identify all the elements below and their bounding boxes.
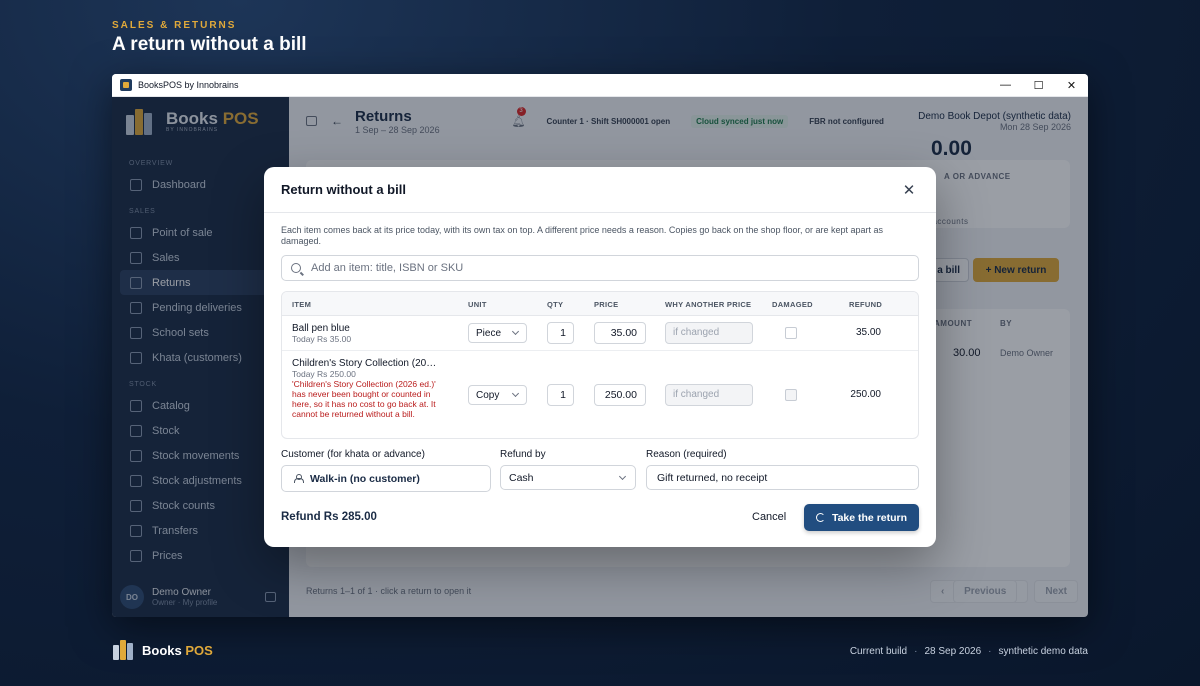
why-price-input[interactable]: if changed: [665, 322, 753, 344]
person-icon: [294, 474, 304, 483]
window-titlebar: BooksPOS by Innobrains — ☐ ✕: [112, 74, 1088, 97]
return-without-bill-dialog: Return without a bill ✕ Each item comes …: [264, 167, 936, 547]
minimize-button[interactable]: —: [989, 79, 1022, 92]
table-header: ITEM UNIT QTY PRICE WHY ANOTHER PRICE DA…: [282, 292, 918, 316]
col-price: PRICE: [594, 300, 619, 309]
damaged-checkbox[interactable]: [785, 327, 797, 339]
return-items-table: ITEM UNIT QTY PRICE WHY ANOTHER PRICE DA…: [281, 291, 919, 439]
unit-select[interactable]: Piece: [468, 323, 527, 343]
build-label: Current build: [849, 646, 908, 657]
customer-picker[interactable]: Walk-in (no customer): [281, 465, 491, 492]
refund-amount: 35.00: [855, 327, 881, 338]
window-title: BooksPOS by Innobrains: [138, 80, 239, 90]
col-qty: QTY: [547, 300, 564, 309]
window-close-button[interactable]: ✕: [1055, 79, 1088, 92]
dialog-title: Return without a bill: [281, 182, 406, 197]
customer-value: Walk-in (no customer): [310, 472, 420, 485]
col-refund: REFUND: [849, 300, 883, 309]
app-icon: [120, 79, 132, 91]
take-return-label: Take the return: [831, 511, 908, 524]
col-why: WHY ANOTHER PRICE: [665, 300, 752, 309]
reason-label: Reason (required): [646, 449, 727, 460]
page-eyebrow: SALES & RETURNS: [112, 20, 237, 31]
unit-value: Piece: [476, 327, 502, 339]
no-cost-warning: 'Children's Story Collection (2026 ed.)'…: [292, 379, 436, 419]
item-name: Children's Story Collection (20…: [292, 358, 437, 369]
table-row: Children's Story Collection (20… Today R…: [282, 351, 918, 438]
customer-label: Customer (for khata or advance): [281, 449, 425, 460]
reason-field[interactable]: [646, 465, 919, 490]
unit-select[interactable]: Copy: [468, 385, 527, 405]
damaged-checkbox[interactable]: [785, 389, 797, 401]
qty-input[interactable]: 1: [547, 322, 574, 344]
item-today-price: Today Rs 250.00: [292, 369, 356, 379]
search-input[interactable]: [311, 262, 891, 274]
why-price-input[interactable]: if changed: [665, 384, 753, 406]
col-unit: UNIT: [468, 300, 487, 309]
chevron-down-icon: [511, 327, 520, 336]
refund-method-value: Cash: [509, 471, 534, 484]
table-row: Ball pen blue Today Rs 35.00 Piece 1 35.…: [282, 316, 918, 351]
item-search[interactable]: [281, 255, 919, 281]
price-input[interactable]: 35.00: [594, 322, 646, 344]
refund-by-label: Refund by: [500, 449, 546, 460]
chevron-down-icon: [618, 472, 627, 480]
footer-meta: Current build · 28 Sep 2026 · synthetic demo…: [849, 646, 1089, 657]
refund-total: Refund Rs 285.00: [281, 511, 377, 523]
chevron-down-icon: [511, 389, 520, 398]
build-date: 28 Sep 2026: [924, 646, 982, 657]
maximize-button[interactable]: ☐: [1022, 79, 1055, 92]
search-icon: [291, 263, 301, 273]
footer-brand: Books POS: [112, 640, 213, 660]
footer-brand-pos: POS: [185, 642, 213, 658]
refund-method-select[interactable]: Cash: [500, 465, 636, 490]
page-headline: A return without a bill: [112, 34, 307, 55]
col-damaged: DAMAGED: [772, 300, 813, 309]
qty-input[interactable]: 1: [547, 384, 574, 406]
take-return-button[interactable]: Take the return: [804, 504, 919, 531]
dialog-intro: Each item comes back at its price today,…: [281, 225, 884, 246]
item-today-price: Today Rs 35.00: [292, 334, 352, 344]
price-input[interactable]: 250.00: [594, 384, 646, 406]
refund-amount: 250.00: [850, 389, 881, 400]
data-note: synthetic demo data: [998, 646, 1089, 657]
books-logo-icon: [112, 640, 138, 660]
unit-value: Copy: [476, 389, 500, 401]
refresh-icon: [815, 513, 825, 522]
item-name: Ball pen blue: [292, 323, 350, 334]
close-icon[interactable]: ✕: [899, 181, 919, 199]
col-item: ITEM: [292, 300, 312, 309]
cancel-button[interactable]: Cancel: [752, 511, 786, 523]
footer-brand-books: Books: [142, 642, 182, 658]
